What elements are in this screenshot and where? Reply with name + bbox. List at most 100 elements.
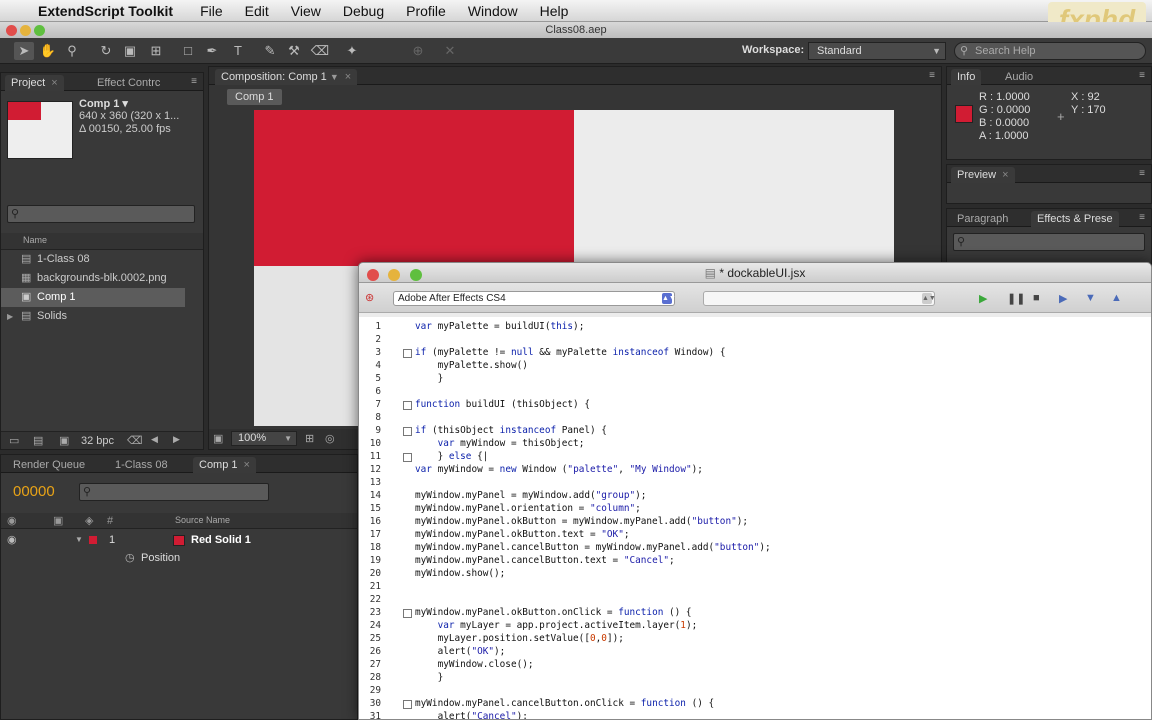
grid-icon[interactable]: ⊞ [305, 432, 314, 445]
code-line[interactable]: myWindow.myPanel.cancelButton.text = "Ca… [415, 555, 675, 566]
tab-paragraph[interactable]: Paragraph [951, 211, 1014, 227]
code-line[interactable]: var myPalette = buildUI(this); [415, 321, 584, 332]
link-icon[interactable]: ⊛ [365, 291, 374, 304]
code-area[interactable]: 1 var myPalette = buildUI(this); 2 3 if (myP… [359, 317, 1151, 719]
code-line[interactable]: var myWindow = new Window ("palette", "M… [415, 464, 703, 475]
comp-name-label[interactable]: Comp 1 ▾ [79, 97, 128, 110]
rectangle-tool-icon[interactable]: □ [178, 42, 198, 60]
code-line[interactable]: alert("OK"); [415, 646, 506, 657]
magnify-icon[interactable]: ▣ [213, 432, 223, 445]
menu-help[interactable]: Help [529, 3, 580, 19]
timecode-display[interactable]: 00000 [13, 483, 55, 500]
property-row[interactable]: ◷ Position [1, 549, 357, 567]
close-icon[interactable] [367, 269, 379, 281]
code-line[interactable]: if (thisObject instanceof Panel) { [415, 425, 607, 436]
pause-icon[interactable]: ❚❚ [1007, 292, 1025, 305]
bpc-label[interactable]: 32 bpc [81, 435, 114, 447]
code-line[interactable]: } [415, 672, 444, 683]
fold-toggle-icon[interactable] [403, 401, 412, 410]
step-over-icon[interactable]: ▶ [1059, 292, 1067, 305]
step-into-icon[interactable]: ▼ [1085, 292, 1096, 304]
tab-composition[interactable]: Composition: Comp 1 ▼ × [215, 69, 358, 85]
menu-window[interactable]: Window [457, 3, 529, 19]
source-name-header[interactable]: Source Name [175, 515, 230, 525]
comp-canvas-red-solid[interactable] [254, 110, 574, 266]
code-line[interactable]: myWindow.myPanel.okButton = myWindow.myP… [415, 516, 748, 527]
visibility-icon[interactable]: ◉ [7, 531, 17, 549]
code-line[interactable]: myWindow.myPanel.orientation = "column"; [415, 503, 641, 514]
tab-preview[interactable]: Preview × [951, 167, 1015, 183]
project-item-image[interactable]: ▦ backgrounds-blk.0002.png [1, 269, 203, 288]
rotate-tool-icon[interactable]: ↻ [96, 42, 116, 60]
camera-tool-icon[interactable]: ▣ [120, 42, 140, 60]
step-out-icon[interactable]: ▲ [1111, 292, 1122, 304]
chevron-right-icon[interactable]: ▶ [173, 434, 180, 445]
close-icon[interactable]: × [51, 77, 57, 89]
selection-tool-icon[interactable]: ➤ [14, 42, 34, 60]
code-line[interactable]: myWindow.myPanel.cancelButton.onClick = … [415, 698, 714, 709]
fold-toggle-icon[interactable] [403, 453, 412, 462]
zoom-icon[interactable] [34, 25, 46, 36]
function-select[interactable]: ▲▼ [703, 291, 936, 306]
code-line[interactable]: } else {| [415, 451, 489, 462]
column-name-header[interactable]: Name [23, 235, 47, 245]
panel-menu-icon[interactable]: ≡ [929, 70, 935, 81]
stop-icon[interactable]: ■ [1033, 292, 1040, 304]
project-item-comp[interactable]: ▣ Comp 1 [1, 288, 185, 307]
code-line[interactable]: myWindow.myPanel.cancelButton = myWindow… [415, 542, 771, 553]
menu-edit[interactable]: Edit [234, 3, 280, 19]
fold-toggle-icon[interactable] [403, 609, 412, 618]
hand-tool-icon[interactable]: ✋ [38, 42, 58, 60]
target-app-select[interactable]: Adobe After Effects CS4 ▲▼ [393, 291, 676, 306]
brush-tool-icon[interactable]: ✎ [260, 42, 280, 60]
lock-icon[interactable]: ▣ [53, 514, 63, 527]
tab-comp-1[interactable]: Comp 1 × [193, 457, 256, 473]
tab-render-queue[interactable]: Render Queue [7, 457, 91, 473]
code-line[interactable]: myPalette.show() [415, 360, 528, 371]
project-item-solids[interactable]: ▶ ▤ Solids [1, 307, 203, 326]
clone-tool-icon[interactable]: ⚒ [284, 42, 304, 60]
close-icon[interactable]: × [1002, 169, 1008, 181]
zoom-icon[interactable] [409, 269, 422, 281]
trash-icon[interactable]: ⌫ [127, 434, 143, 447]
minimize-icon[interactable] [20, 25, 32, 36]
tab-project[interactable]: Project × [5, 75, 64, 91]
menu-debug[interactable]: Debug [332, 3, 395, 19]
snap-icon[interactable]: ✕ [440, 42, 460, 60]
code-line[interactable]: var myLayer = app.project.activeItem.lay… [415, 620, 698, 631]
snapshot-icon[interactable]: ◎ [325, 432, 335, 445]
chevron-down-icon[interactable]: ▼ [75, 531, 83, 549]
layer-name[interactable]: Red Solid 1 [191, 531, 251, 549]
code-line[interactable]: myWindow.myPanel = myWindow.add("group")… [415, 490, 646, 501]
label-icon[interactable]: ◈ [85, 514, 93, 527]
code-line[interactable]: var myWindow = thisObject; [415, 438, 585, 449]
fold-toggle-icon[interactable] [403, 427, 412, 436]
workspace-select[interactable]: Standard ▼ [808, 42, 946, 60]
pan-behind-tool-icon[interactable]: ⊞ [146, 42, 166, 60]
eraser-tool-icon[interactable]: ⌫ [310, 42, 330, 60]
tab-effects-presets[interactable]: Effects & Prese [1031, 211, 1119, 227]
puppet-tool-icon[interactable]: ✦ [342, 42, 362, 60]
code-line[interactable]: function buildUI (thisObject) { [415, 399, 590, 410]
close-icon[interactable]: × [345, 71, 351, 83]
property-position[interactable]: Position [141, 549, 180, 567]
chevron-down-icon[interactable]: ▼ [330, 72, 339, 82]
fold-toggle-icon[interactable] [403, 700, 412, 709]
comp-breadcrumb[interactable]: Comp 1 [227, 89, 282, 105]
layer-row[interactable]: ◉ ▼ 1 Red Solid 1 [1, 531, 357, 549]
new-folder-icon[interactable]: ▤ [33, 434, 43, 447]
visibility-icon[interactable]: ◉ [7, 514, 17, 527]
tab-audio[interactable]: Audio [999, 69, 1039, 85]
new-comp-icon[interactable]: ▣ [59, 434, 69, 447]
tab-class-08[interactable]: 1-Class 08 [109, 457, 174, 473]
zoom-tool-icon[interactable]: ⚲ [62, 42, 82, 60]
code-line[interactable]: myWindow.show(); [415, 568, 505, 579]
panel-menu-icon[interactable]: ≡ [1139, 212, 1145, 223]
menu-file[interactable]: File [189, 3, 234, 19]
timeline-search-input[interactable]: ⚲ [79, 483, 269, 501]
code-line[interactable]: if (myPalette != null && myPalette insta… [415, 347, 725, 358]
panel-menu-icon[interactable]: ≡ [191, 76, 197, 87]
axis-mode-icon[interactable]: ⊕ [408, 42, 428, 60]
code-line[interactable]: alert("Cancel"); [415, 711, 528, 719]
label-color-swatch[interactable] [89, 536, 97, 544]
